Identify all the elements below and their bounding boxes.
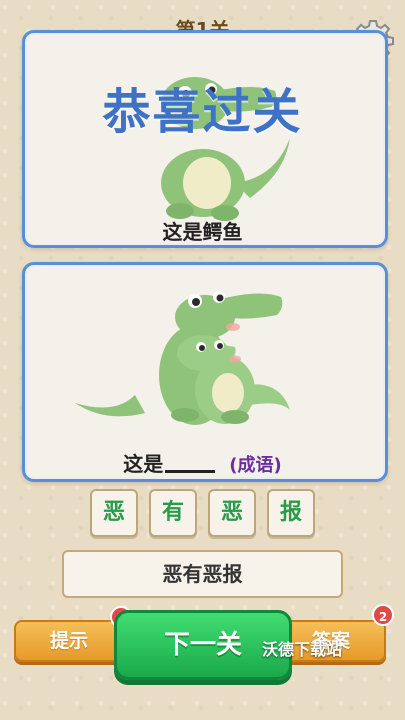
question-prefix: 这是 bbox=[123, 452, 164, 476]
char-tile[interactable]: 恶 bbox=[208, 489, 256, 537]
answer-display: 恶有恶报 bbox=[62, 550, 343, 598]
watermark: 沃德下载站 bbox=[262, 640, 343, 659]
question-row: 这是 (成语) bbox=[0, 448, 405, 477]
char-tile[interactable]: 有 bbox=[149, 489, 197, 537]
idiom-tag: (成语) bbox=[229, 455, 282, 476]
char-tile[interactable]: 报 bbox=[267, 489, 315, 537]
congrats-text: 恭喜过关 bbox=[102, 84, 303, 140]
answer-badge: 2 bbox=[372, 604, 394, 626]
hint-button-label: 提示 bbox=[49, 630, 88, 652]
next-level-label: 下一关 bbox=[163, 630, 242, 660]
char-tile[interactable]: 恶 bbox=[90, 489, 138, 537]
answer-blank bbox=[165, 455, 216, 473]
hint-button[interactable]: 提示 bbox=[14, 620, 124, 662]
card1-caption: 这是鳄鱼 bbox=[162, 220, 243, 244]
